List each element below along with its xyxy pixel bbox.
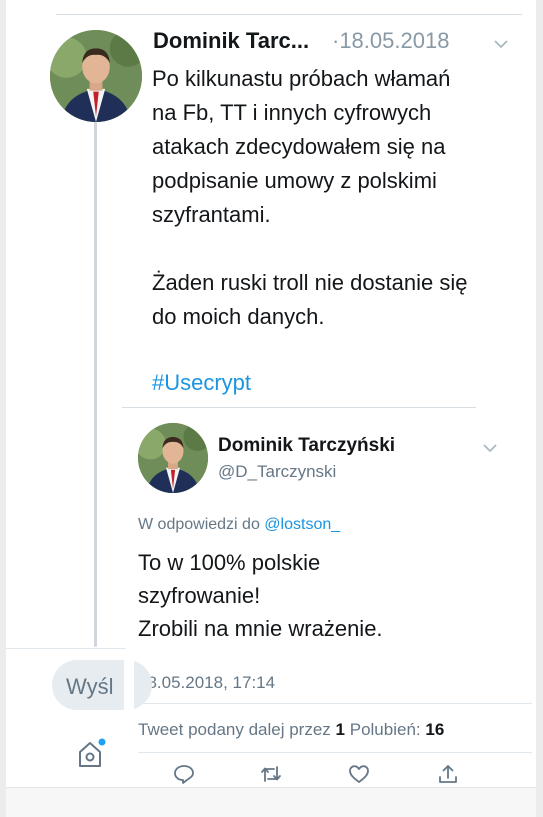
retweets-label[interactable]: Tweet podany dalej przez [138, 720, 331, 739]
engagement-stats: Tweet podany dalej przez 1 Polubień: 16 [138, 720, 444, 740]
like-icon [349, 765, 369, 783]
stats-divider-top [138, 703, 532, 704]
reply-compose-input[interactable]: Wyśl [52, 660, 152, 710]
tweet-author-name[interactable]: Dominik Tarc... [153, 28, 309, 54]
reply-icon [174, 765, 194, 784]
retweet-button[interactable] [260, 764, 282, 784]
hashtag-link[interactable]: #Usecrypt [152, 370, 251, 396]
top-divider [56, 14, 522, 15]
reply-to-line: W odpowiedzi do @lostson_ [138, 516, 340, 534]
share-icon [439, 765, 457, 783]
like-button[interactable] [348, 764, 370, 784]
tweet-thread-screen: Dominik Tarc... ·18.05.2018 Po kilkunast… [6, 0, 536, 817]
thread-connector-line [94, 122, 97, 647]
quoted-tweet-timestamp: 18.05.2018, 17:14 [138, 673, 276, 692]
tweet-date[interactable]: ·18.05.2018 [332, 28, 449, 54]
avatar-image [138, 423, 208, 493]
quoted-avatar[interactable] [138, 423, 208, 493]
home-icon [79, 738, 106, 767]
reply-to-label: W odpowiedzi do [138, 516, 260, 533]
quoted-author-name[interactable]: Dominik Tarczyński [218, 435, 395, 457]
avatar[interactable] [50, 30, 142, 122]
compose-divider [6, 648, 126, 649]
likes-count[interactable]: 16 [425, 720, 444, 739]
home-button[interactable] [76, 738, 106, 770]
quoted-tweet-divider [122, 407, 476, 408]
share-button[interactable] [437, 764, 459, 784]
chevron-down-icon[interactable] [482, 442, 498, 454]
chevron-down-icon[interactable] [493, 38, 509, 50]
bottom-panel [6, 788, 536, 817]
retweet-icon [261, 766, 281, 782]
quoted-author-handle[interactable]: @D_Tarczynski [218, 462, 336, 482]
avatar-image [50, 30, 142, 122]
quoted-tweet-text: To w 100% polskie szyfrowanie! Zrobili n… [138, 550, 383, 641]
retweets-count[interactable]: 1 [336, 720, 345, 739]
reply-button[interactable] [173, 764, 195, 784]
tweet-text: Po kilkunastu próbach włamań na Fb, TT i… [152, 66, 468, 329]
notification-dot [98, 738, 106, 746]
card-edge [124, 652, 134, 718]
likes-label[interactable]: Polubień: [350, 720, 421, 739]
stats-divider-bottom [138, 752, 532, 753]
reply-mention-link[interactable]: @lostson_ [264, 516, 340, 533]
